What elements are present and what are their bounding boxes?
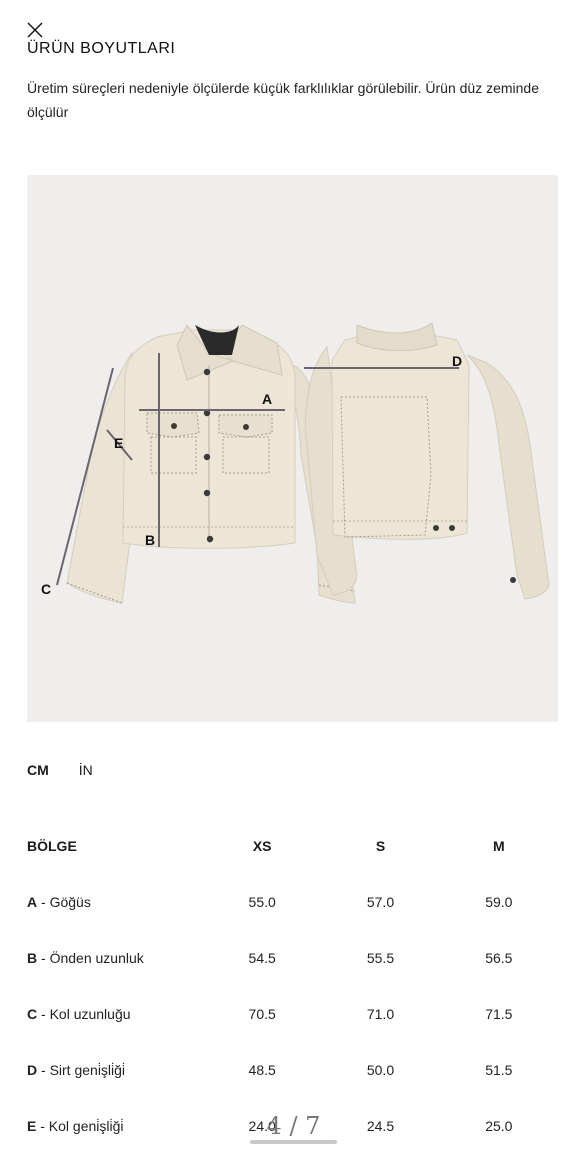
home-indicator[interactable]: [250, 1140, 337, 1144]
value-s: 50.0: [366, 1062, 395, 1078]
header-s: S: [375, 838, 386, 854]
jacket-back: [304, 322, 550, 600]
page-title: ÜRÜN BOYUTLARI: [27, 40, 176, 57]
region-name: - Önden uzunluk: [37, 950, 144, 966]
region-code: A: [27, 894, 38, 910]
unit-in-button[interactable]: İN: [79, 762, 93, 778]
region-code: B: [27, 950, 38, 966]
close-button[interactable]: [25, 20, 45, 40]
close-icon: [27, 22, 43, 38]
header-m: M: [492, 838, 505, 854]
value-s: 71.0: [366, 1006, 395, 1022]
value-xs: 48.5: [248, 1062, 276, 1078]
label-b: B: [145, 532, 155, 548]
table-row: A - Göğüs 55.0 57.0 59.0: [27, 874, 558, 930]
value-m: 59.0: [485, 894, 513, 910]
table-row: D - Sirt geni̇şli̇ği̇ 48.5 50.0 51.5: [27, 1042, 558, 1098]
header-xs: XS: [252, 838, 272, 854]
jacket-measurement-illustration: A B C D E: [41, 322, 550, 604]
region-cell: D - Sirt geni̇şli̇ği̇: [27, 1042, 203, 1098]
page-indicator: 4 / 7: [266, 1112, 321, 1140]
value-xs: 55.0: [248, 894, 276, 910]
size-table: BÖLGE XS S M A - Göğüs 55.0 57.0 59.0 B …: [27, 818, 558, 1154]
label-e: E: [114, 435, 123, 451]
region-name: - Sirt geni̇şli̇ği̇: [37, 1062, 126, 1078]
region-cell: B - Önden uzunluk: [27, 930, 203, 986]
region-code: C: [27, 1006, 38, 1022]
region-cell: C - Kol uzunluğu: [27, 986, 203, 1042]
region-name: - Kol uzunluğu: [37, 1006, 131, 1022]
region-cell: A - Göğüs: [27, 874, 203, 930]
table-row: B - Önden uzunluk 54.5 55.5 56.5: [27, 930, 558, 986]
label-d: D: [452, 353, 462, 369]
header-region: BÖLGE: [27, 838, 77, 854]
size-guide-figure: A B C D E: [27, 175, 558, 722]
value-s: 55.5: [366, 950, 395, 966]
unit-switcher: CM İN: [27, 762, 93, 778]
region-name: - Göğüs: [37, 894, 91, 910]
label-c: C: [41, 581, 51, 597]
table-row: C - Kol uzunluğu 70.5 71.0 71.5: [27, 986, 558, 1042]
value-m: 51.5: [485, 1062, 513, 1078]
table-header-row: BÖLGE XS S M: [27, 818, 558, 874]
value-s: 57.0: [366, 894, 395, 910]
region-code: D: [27, 1062, 38, 1078]
value-xs: 54.5: [248, 950, 276, 966]
label-a: A: [262, 391, 272, 407]
value-m: 71.5: [485, 1006, 513, 1022]
unit-cm-button[interactable]: CM: [27, 762, 49, 778]
description-text: Üretim süreçleri nedeniyle ölçülerde küç…: [27, 80, 539, 120]
value-m: 56.5: [485, 950, 513, 966]
value-xs: 70.5: [248, 1006, 276, 1022]
